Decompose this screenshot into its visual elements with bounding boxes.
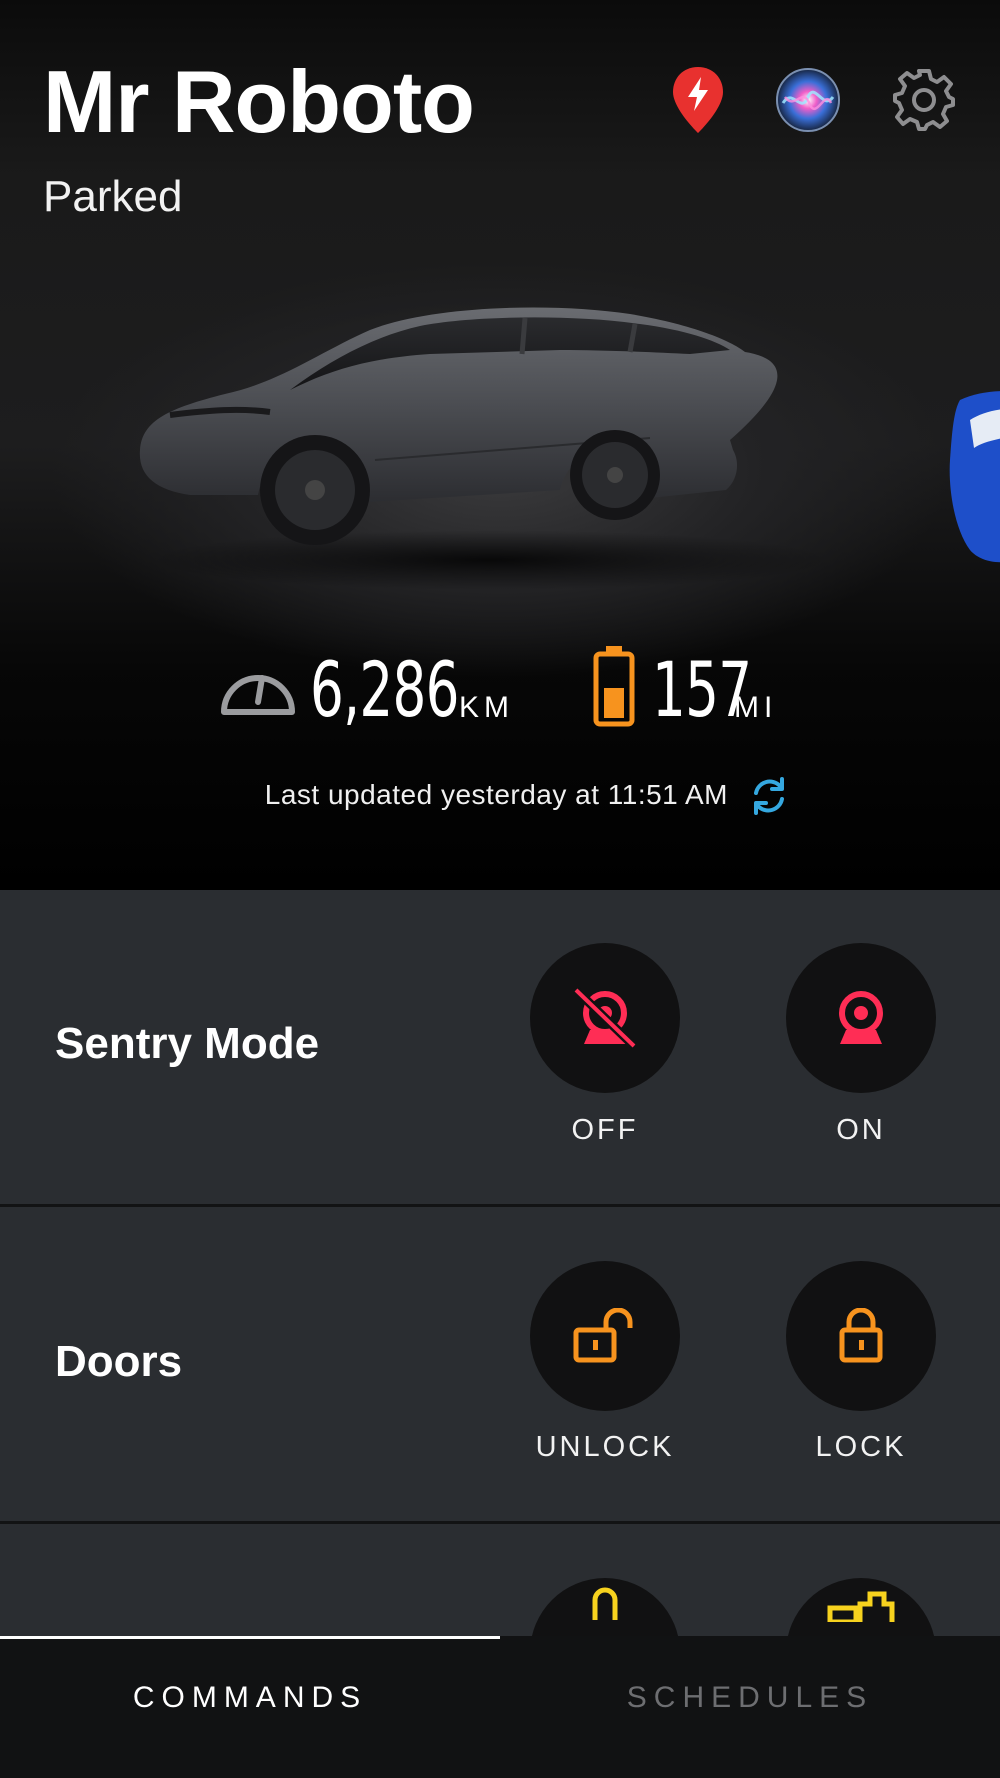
bottom-tab-bar: COMMANDS SCHEDULES — [0, 1636, 1000, 1778]
tab-commands[interactable]: COMMANDS — [0, 1636, 500, 1778]
siri-button[interactable] — [770, 62, 846, 138]
refresh-icon — [754, 777, 784, 815]
sentry-on-button[interactable] — [786, 943, 936, 1093]
second-car-image[interactable] — [940, 390, 1000, 570]
last-updated-label: Last updated yesterday at 11:51 AM — [264, 779, 728, 810]
car-status: Parked — [43, 172, 183, 221]
sentry-off-label: OFF — [571, 1114, 639, 1146]
sentry-off-icon — [572, 986, 638, 1050]
sentry-mode-panel: Sentry Mode OFF ON — [0, 890, 1000, 1205]
supercharger-pin-icon — [673, 67, 723, 133]
sentry-on-icon — [839, 991, 883, 1044]
next-command-panel — [0, 1524, 1000, 1636]
odometer-value: 6,286 — [310, 645, 460, 734]
unlock-button[interactable] — [530, 1261, 680, 1411]
sentry-mode-title: Sentry Mode — [55, 1019, 320, 1068]
next-command-button-1[interactable] — [530, 1578, 680, 1636]
doors-panel: Doors UNLOCK LOCK — [0, 1207, 1000, 1522]
car-image — [139, 307, 830, 590]
sentry-on-label: ON — [836, 1114, 886, 1146]
settings-button[interactable] — [886, 62, 962, 138]
refresh-button[interactable] — [748, 775, 790, 817]
sentry-off-button[interactable] — [530, 943, 680, 1093]
lock-icon — [839, 1308, 883, 1363]
battery-icon — [593, 646, 635, 727]
tab-schedules[interactable]: SCHEDULES — [500, 1636, 1000, 1778]
gear-icon — [893, 69, 955, 131]
odometer-unit: KM — [459, 691, 514, 724]
car-name: Mr Roboto — [43, 52, 475, 151]
hero-section: Mr Roboto Parked 6,286 KM 157 MI Last up… — [0, 0, 1000, 890]
unlock-icon — [573, 1308, 633, 1363]
doors-title: Doors — [55, 1337, 183, 1386]
odometer-icon — [221, 675, 295, 715]
lock-button[interactable] — [786, 1261, 936, 1411]
range-unit: MI — [734, 691, 778, 724]
supercharger-button[interactable] — [660, 62, 736, 138]
siri-icon — [776, 68, 840, 132]
next-command-button-2[interactable] — [786, 1578, 936, 1636]
unlock-label: UNLOCK — [535, 1431, 675, 1463]
trunk-icon — [827, 1591, 895, 1622]
key-icon — [592, 1587, 618, 1620]
last-updated-text: Last updated yesterday at 11:51 AM — [0, 770, 790, 820]
lock-label: LOCK — [815, 1431, 907, 1463]
vehicle-stats: 6,286 KM 157 MI — [0, 640, 1000, 740]
